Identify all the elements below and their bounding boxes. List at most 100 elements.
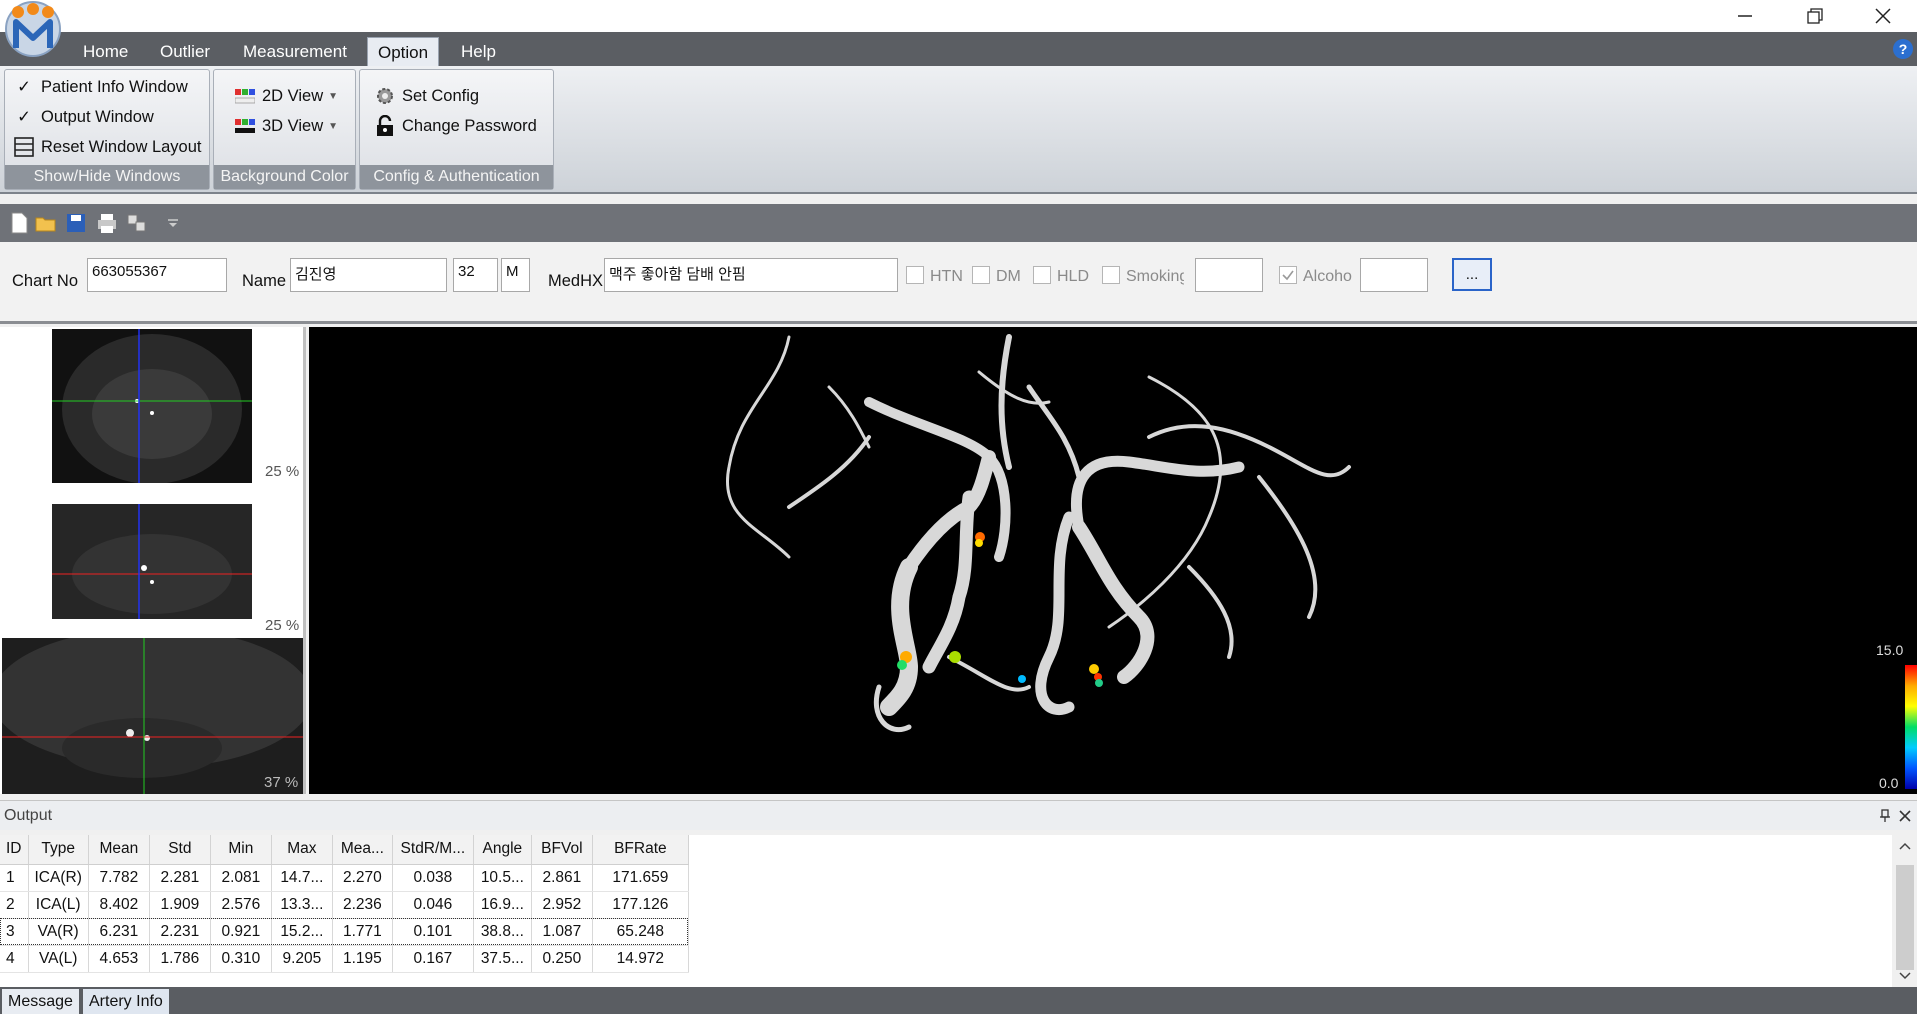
- cell-max: 15.2...: [271, 918, 333, 946]
- help-icon[interactable]: ?: [1893, 39, 1913, 59]
- sagittal-view[interactable]: [2, 638, 303, 794]
- table-row[interactable]: 1 ICA(R) 7.782 2.281 2.081 14.7... 2.270…: [0, 864, 689, 892]
- customize-toolbar-icon[interactable]: [162, 212, 184, 234]
- scale-max-label: 15.0: [1876, 642, 1904, 658]
- cell-type: ICA(R): [28, 864, 89, 892]
- cell-std: 1.786: [149, 945, 211, 973]
- scroll-thumb[interactable]: [1896, 865, 1914, 970]
- menu-outlier[interactable]: Outlier: [150, 37, 220, 66]
- gear-icon: [374, 85, 396, 107]
- tab-message[interactable]: Message: [2, 989, 79, 1014]
- pin-icon[interactable]: [1878, 809, 1892, 823]
- show-hide-windows-group: ✓ Patient Info Window ✓ Output Window Re…: [4, 69, 210, 190]
- change-password-button[interactable]: Change Password: [374, 113, 537, 139]
- table-row[interactable]: 3 VA(R) 6.231 2.231 0.921 15.2... 1.771 …: [0, 918, 689, 946]
- open-folder-icon[interactable]: [35, 212, 57, 234]
- cell-mean: 8.402: [88, 891, 150, 919]
- scroll-up-icon[interactable]: [1898, 841, 1912, 851]
- column-header[interactable]: Mean: [88, 835, 150, 865]
- menu-home[interactable]: Home: [73, 37, 138, 66]
- column-header[interactable]: BFVol: [531, 835, 593, 865]
- 3d-vessel-view[interactable]: 15.0 0.0: [309, 327, 1917, 794]
- scroll-down-icon[interactable]: [1898, 971, 1912, 981]
- hld-label: HLD: [1057, 268, 1090, 285]
- patient-info-window-label: Patient Info Window: [41, 77, 188, 96]
- print-icon[interactable]: [96, 212, 118, 234]
- sex-field[interactable]: M: [501, 258, 530, 292]
- more-button[interactable]: ...: [1452, 258, 1492, 291]
- column-header[interactable]: StdR/M...: [392, 835, 474, 865]
- column-header[interactable]: Std: [149, 835, 211, 865]
- set-config-label: Set Config: [402, 86, 480, 105]
- export-icon[interactable]: [126, 212, 148, 234]
- 3d-view-color-button[interactable]: 3D View ▼: [234, 113, 338, 139]
- app-logo[interactable]: [4, 0, 62, 58]
- save-icon[interactable]: [65, 212, 87, 234]
- color-palette-icon: [234, 115, 256, 137]
- alcohol-checkbox[interactable]: [1279, 266, 1297, 284]
- cell-std: 2.281: [149, 864, 211, 892]
- artery-info-table: ID Type Mean Std Min Max Mea... StdR/M..…: [0, 835, 1917, 987]
- column-header[interactable]: ID: [0, 835, 29, 865]
- alcohol-amount-field[interactable]: [1360, 258, 1428, 292]
- dropdown-arrow-icon: ▼: [328, 120, 339, 132]
- cell-stdr: 0.038: [392, 864, 474, 892]
- table-header-row: ID Type Mean Std Min Max Mea... StdR/M..…: [0, 835, 689, 865]
- set-config-button[interactable]: Set Config: [374, 83, 479, 109]
- close-panel-icon[interactable]: [1898, 809, 1912, 823]
- cell-mean2: 1.771: [332, 918, 393, 946]
- column-header[interactable]: BFRate: [592, 835, 689, 865]
- smoking-label: Smoking: [1126, 268, 1184, 285]
- name-field[interactable]: 김진영: [290, 258, 447, 292]
- axial-view[interactable]: [52, 329, 252, 483]
- cell-mean2: 2.270: [332, 864, 393, 892]
- column-header[interactable]: Max: [271, 835, 333, 865]
- smoking-checkbox[interactable]: [1102, 266, 1120, 284]
- cell-bfrate: 14.972: [592, 945, 689, 973]
- menu-measurement[interactable]: Measurement: [233, 37, 357, 66]
- minimize-button[interactable]: [1710, 0, 1780, 32]
- chart-no-field[interactable]: 663055367: [87, 258, 227, 292]
- output-panel-header: Output: [0, 800, 1917, 830]
- close-button[interactable]: [1848, 0, 1917, 32]
- vessel-rendering: [726, 334, 1351, 733]
- table-row[interactable]: 4 VA(L) 4.653 1.786 0.310 9.205 1.195 0.…: [0, 945, 689, 973]
- column-header[interactable]: Type: [28, 835, 89, 865]
- age-field[interactable]: 32: [453, 258, 498, 292]
- layout-icon: [13, 136, 35, 158]
- patient-info-window-toggle[interactable]: ✓ Patient Info Window: [13, 74, 188, 100]
- column-header[interactable]: Mea...: [332, 835, 393, 865]
- cell-type: VA(R): [28, 918, 89, 946]
- cell-id: 2: [0, 891, 29, 919]
- restore-button[interactable]: [1780, 0, 1850, 32]
- column-header[interactable]: Angle: [473, 835, 532, 865]
- menu-help[interactable]: Help: [451, 37, 506, 66]
- cell-bfrate: 177.126: [592, 891, 689, 919]
- cell-bfvol: 0.250: [531, 945, 593, 973]
- reset-window-layout-button[interactable]: Reset Window Layout: [13, 134, 202, 160]
- vertical-scrollbar[interactable]: [1892, 835, 1917, 987]
- new-file-icon[interactable]: [8, 212, 30, 234]
- cell-type: ICA(L): [28, 891, 89, 919]
- cell-id: 3: [0, 918, 29, 946]
- table-row[interactable]: 2 ICA(L) 8.402 1.909 2.576 13.3... 2.236…: [0, 891, 689, 919]
- color-palette-icon: [234, 85, 256, 107]
- output-title: Output: [4, 807, 53, 824]
- 2d-view-color-button[interactable]: 2D View ▼: [234, 83, 338, 109]
- dm-checkbox[interactable]: [972, 266, 990, 284]
- smoking-amount-field[interactable]: [1195, 258, 1263, 292]
- cell-mean2: 2.236: [332, 891, 393, 919]
- output-window-toggle[interactable]: ✓ Output Window: [13, 104, 154, 130]
- coronal-view[interactable]: [52, 504, 252, 619]
- slice-views-panel: 25 % 25 % 37 %: [0, 327, 306, 794]
- column-header[interactable]: Min: [210, 835, 272, 865]
- hld-checkbox[interactable]: [1033, 266, 1051, 284]
- color-scale-bar: [1905, 665, 1917, 789]
- htn-checkbox[interactable]: [906, 266, 924, 284]
- coronal-zoom-label: 25 %: [265, 617, 300, 634]
- tab-artery-info[interactable]: Artery Info: [83, 989, 169, 1014]
- menu-option[interactable]: Option: [367, 37, 440, 66]
- dropdown-arrow-icon: ▼: [328, 90, 339, 102]
- cell-angle: 37.5...: [473, 945, 532, 973]
- medhx-field[interactable]: 맥주 좋아함 담배 안핌: [604, 258, 898, 292]
